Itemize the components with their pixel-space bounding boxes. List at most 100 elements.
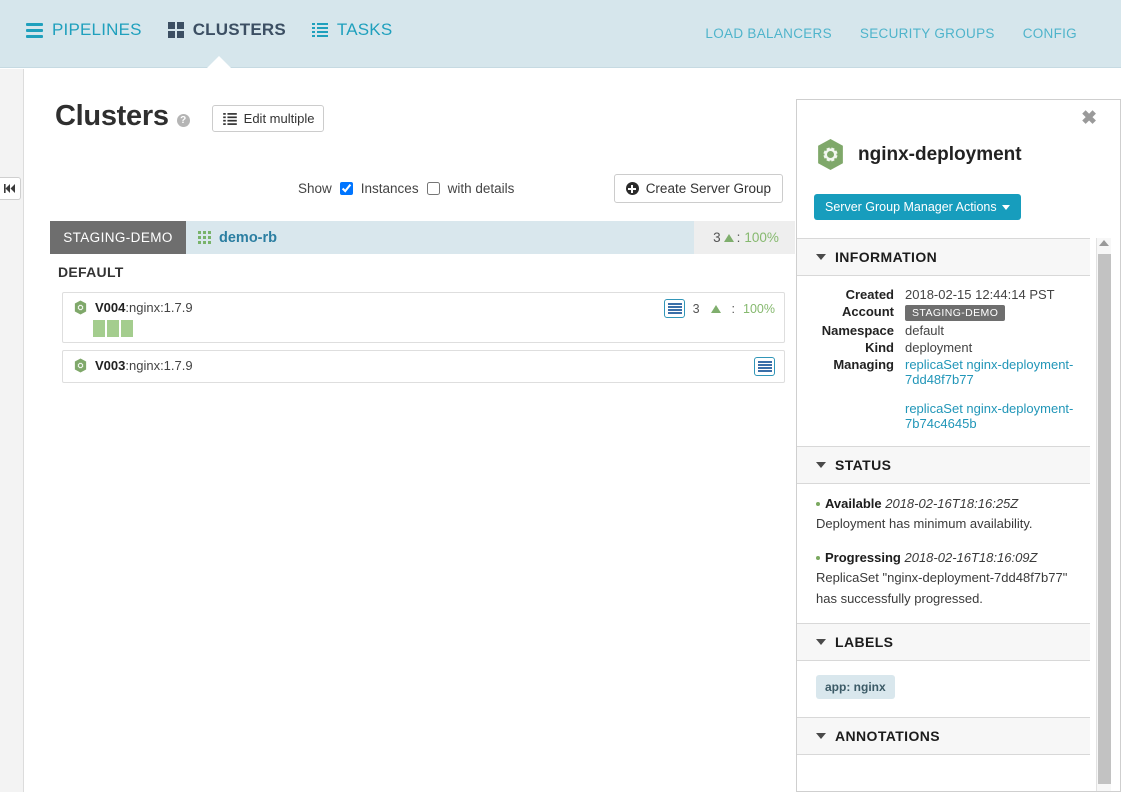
close-icon[interactable]: ✖	[1081, 109, 1097, 128]
section-body-information: Created 2018-02-15 12:44:14 PST Account …	[797, 276, 1090, 446]
cluster-health-summary: 3 : 100%	[694, 221, 795, 254]
table-row: Managing replicaSet nginx-deployment-7dd…	[807, 356, 1076, 388]
active-tab-caret	[207, 56, 231, 68]
server-group-meta	[754, 357, 775, 376]
section-header-annotations[interactable]: ANNOTATIONS	[797, 717, 1090, 755]
create-server-group-label: Create Server Group	[646, 181, 771, 196]
cluster-account-badge: STAGING-DEMO	[50, 221, 186, 254]
chevron-down-icon	[1002, 205, 1010, 210]
clusters-main-panel: Clusters ? Edit multiple Show Instances …	[25, 69, 795, 792]
server-group-health-percent: 100%	[743, 302, 775, 316]
status-message: Deployment has minimum availability.	[816, 516, 1033, 531]
with-details-label[interactable]: with details	[448, 181, 515, 196]
status-name: Available	[825, 496, 882, 511]
section-body-labels: app: nginx	[797, 661, 1090, 717]
table-row: Kind deployment	[807, 339, 1076, 356]
with-details-checkbox[interactable]	[427, 182, 440, 195]
status-timestamp: 2018-02-16T18:16:09Z	[904, 550, 1037, 565]
nav-item-clusters[interactable]: CLUSTERS	[168, 20, 286, 40]
server-group-title: V003:nginx:1.7.9	[73, 358, 193, 373]
instance-square[interactable]	[121, 320, 133, 337]
section-header-status[interactable]: STATUS	[797, 446, 1090, 484]
chevron-down-icon	[816, 733, 826, 739]
info-value-created: 2018-02-15 12:44:14 PST	[905, 286, 1076, 303]
table-row: Namespace default	[807, 322, 1076, 339]
server-group-separator: :	[732, 302, 735, 316]
grid-icon	[168, 22, 184, 38]
info-key: Kind	[807, 339, 905, 356]
instance-square[interactable]	[93, 320, 105, 337]
label-chip: app: nginx	[816, 675, 895, 699]
nav-item-pipelines[interactable]: PIPELINES	[26, 20, 142, 40]
cluster-health-percent: 100%	[744, 230, 779, 245]
info-value-managing: replicaSet nginx-deployment-7dd48f7b77	[905, 356, 1076, 388]
list-icon	[312, 23, 328, 37]
nav-link-config[interactable]: CONFIG	[1023, 26, 1077, 41]
managing-replicaset-link[interactable]: replicaSet nginx-deployment-7b74c4645b	[905, 401, 1073, 431]
region-label: DEFAULT	[58, 264, 124, 280]
server-group-details-icon[interactable]	[754, 357, 775, 376]
scroll-up-arrow-icon[interactable]	[1099, 240, 1109, 246]
info-key: Managing	[807, 356, 905, 388]
status-dot-icon	[816, 502, 820, 506]
secondary-nav: LOAD BALANCERS SECURITY GROUPS CONFIG	[705, 26, 1077, 41]
status-name: Progressing	[825, 550, 901, 565]
grid-dots-icon	[198, 231, 211, 244]
managing-replicaset-link[interactable]: replicaSet nginx-deployment-7dd48f7b77	[905, 357, 1073, 387]
server-group-card[interactable]: V004:nginx:1.7.9 3 : 100%	[62, 292, 785, 343]
double-chevron-left-icon	[4, 184, 17, 193]
server-group-detail-panel: ✖ nginx-deployment Server Group Manager …	[796, 99, 1121, 792]
server-group-version: V004	[95, 300, 125, 315]
section-header-information[interactable]: INFORMATION	[797, 238, 1090, 276]
status-timestamp: 2018-02-16T18:16:25Z	[885, 496, 1018, 511]
primary-nav: PIPELINES CLUSTERS TASKS	[26, 20, 392, 40]
page-title: Clusters	[55, 102, 169, 131]
info-key: Account	[807, 303, 905, 322]
section-body-status: Available 2018-02-16T18:16:25Z Deploymen…	[797, 484, 1090, 623]
scrollbar-thumb[interactable]	[1098, 254, 1111, 784]
section-title-information: INFORMATION	[835, 249, 937, 265]
detail-panel-scrollbar[interactable]	[1096, 238, 1111, 792]
section-header-labels[interactable]: LABELS	[797, 623, 1090, 661]
nav-item-pipelines-label: PIPELINES	[52, 20, 142, 40]
server-group-card[interactable]: V003:nginx:1.7.9	[62, 350, 785, 383]
info-value-managing-secondary: replicaSet nginx-deployment-7b74c4645b	[905, 400, 1076, 432]
plus-circle-icon	[626, 182, 639, 195]
nav-link-load-balancers[interactable]: LOAD BALANCERS	[705, 26, 832, 41]
server-group-meta: 3 : 100%	[664, 299, 775, 318]
cluster-group-header: STAGING-DEMO demo-rb 3 : 100%	[50, 221, 795, 254]
chevron-down-icon	[816, 639, 826, 645]
nav-item-tasks[interactable]: TASKS	[312, 20, 392, 40]
instances-checkbox[interactable]	[340, 182, 353, 195]
account-chip: STAGING-DEMO	[905, 305, 1005, 321]
info-value-namespace: default	[905, 322, 1076, 339]
edit-multiple-label: Edit multiple	[244, 111, 315, 126]
create-server-group-button[interactable]: Create Server Group	[614, 174, 783, 203]
instance-square[interactable]	[107, 320, 119, 337]
chevron-down-icon	[816, 462, 826, 468]
left-rail	[0, 69, 24, 792]
server-group-details-icon[interactable]	[664, 299, 685, 318]
edit-multiple-button[interactable]: Edit multiple	[212, 105, 325, 132]
sidebar-collapse-button[interactable]	[0, 177, 21, 200]
up-triangle-icon	[711, 305, 721, 313]
detail-panel-scroll-region: INFORMATION Created 2018-02-15 12:44:14 …	[797, 238, 1121, 792]
instance-squares	[93, 320, 133, 337]
server-group-image: :nginx:1.7.9	[125, 358, 192, 373]
help-icon[interactable]: ?	[177, 114, 190, 127]
cluster-name-label: demo-rb	[219, 230, 277, 246]
status-message: ReplicaSet "nginx-deployment-7dd48f7b77"…	[816, 570, 1067, 605]
detail-panel-title: nginx-deployment	[858, 144, 1022, 166]
show-label: Show	[298, 181, 332, 196]
cluster-name-link[interactable]: demo-rb	[186, 221, 694, 254]
server-group-image: :nginx:1.7.9	[125, 300, 192, 315]
show-filters: Show Instances with details	[298, 181, 514, 196]
info-value-kind: deployment	[905, 339, 1076, 356]
top-navigation-bar: PIPELINES CLUSTERS TASKS LOAD BALANCERS …	[0, 0, 1121, 68]
server-group-title: V004:nginx:1.7.9	[73, 300, 193, 315]
server-group-manager-actions-button[interactable]: Server Group Manager Actions	[814, 194, 1021, 220]
status-dot-icon	[816, 556, 820, 560]
nav-link-security-groups[interactable]: SECURITY GROUPS	[860, 26, 995, 41]
instances-label[interactable]: Instances	[361, 181, 419, 196]
kubernetes-icon	[73, 300, 88, 315]
